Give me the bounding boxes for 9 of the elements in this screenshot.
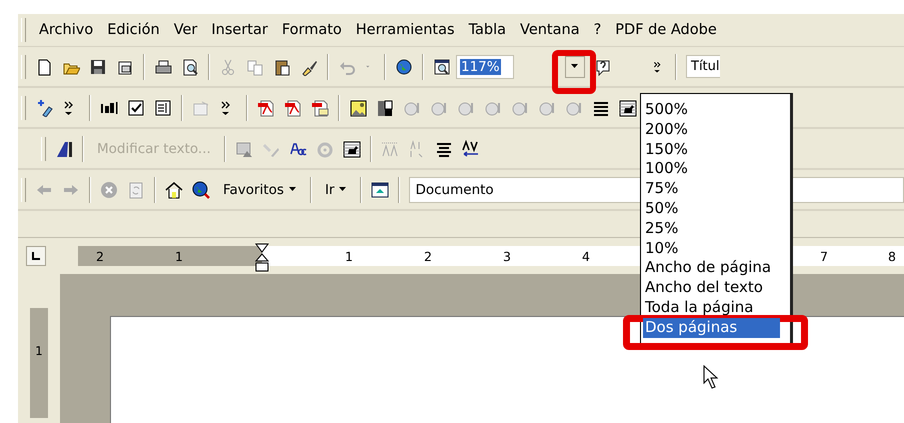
ruler-number: 7 — [820, 248, 828, 264]
ruler-number: 4 — [582, 248, 590, 264]
ruler-number: 1 — [35, 344, 43, 358]
ruler-number: 3 — [503, 248, 511, 264]
ruler-number: 1 — [345, 248, 353, 264]
ruler-number: 2 — [96, 248, 104, 264]
ruler-number: 1 — [175, 248, 183, 264]
ruler-number: 2 — [424, 248, 432, 264]
ruler-number: 8 — [888, 248, 896, 264]
